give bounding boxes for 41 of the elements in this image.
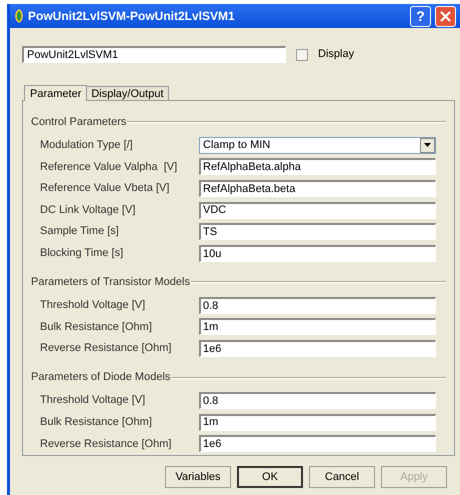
field-label: Sample Time [s] <box>40 224 120 240</box>
group-title: Control Parameters <box>31 115 126 130</box>
input-field[interactable]: 1m <box>199 318 436 336</box>
close-button[interactable] <box>435 6 456 26</box>
field-label: Threshold Voltage [V] <box>40 298 146 314</box>
tab[interactable]: Display/Output <box>87 86 169 101</box>
field-label: DC Link Voltage [V] <box>40 202 136 218</box>
help-button[interactable]: ? <box>410 6 431 26</box>
input-field[interactable]: RefAlphaBeta.beta <box>199 180 436 197</box>
input-field[interactable]: TS <box>199 223 436 240</box>
field-label: Blocking Time [s] <box>40 246 124 262</box>
input-field[interactable]: 1e6 <box>199 340 436 358</box>
field-label: Modulation Type [/] <box>40 138 134 154</box>
field-label: Bulk Resistance [Ohm] <box>40 414 153 430</box>
dialog-button[interactable]: Variables <box>165 466 231 488</box>
field-label: Reference Value Valpha [V] <box>40 160 178 175</box>
window-title: PowUnit2LvlSVM-PowUnit2LvlSVM1 <box>28 8 236 25</box>
dropdown[interactable]: Clamp to MIN <box>199 136 436 154</box>
group-title: Parameters of Diode Models <box>31 370 170 386</box>
tab[interactable]: Parameter <box>24 85 88 101</box>
input-field[interactable]: 1e6 <box>199 435 436 452</box>
dialog-button[interactable]: Cancel <box>309 466 375 488</box>
field-label: Reverse Resistance [Ohm] <box>40 341 172 356</box>
input-field[interactable]: 0.8 <box>199 392 436 410</box>
field-label: Reference Value Vbeta [V] <box>40 181 170 196</box>
group-title: Parameters of Transistor Models <box>31 275 190 290</box>
input-field[interactable]: VDC <box>199 202 436 219</box>
display-checkbox[interactable] <box>296 48 308 60</box>
field-label: Bulk Resistance [Ohm] <box>40 320 153 335</box>
checkbox-label: Display <box>318 47 354 62</box>
caret-icon <box>424 143 431 148</box>
close-icon <box>440 10 451 22</box>
input-field[interactable]: 1m <box>199 414 436 431</box>
name-field[interactable]: PowUnit2LvlSVM1 <box>22 46 286 63</box>
app-icon <box>14 9 24 23</box>
input-field[interactable]: RefAlphaBeta.alpha <box>199 158 436 176</box>
field-label: Reverse Resistance [Ohm] <box>40 436 172 452</box>
input-field[interactable]: 0.8 <box>199 296 436 314</box>
dialog-button[interactable]: OK <box>237 466 303 488</box>
input-field[interactable]: 10u <box>199 244 436 262</box>
field-label: Threshold Voltage [V] <box>40 393 146 408</box>
